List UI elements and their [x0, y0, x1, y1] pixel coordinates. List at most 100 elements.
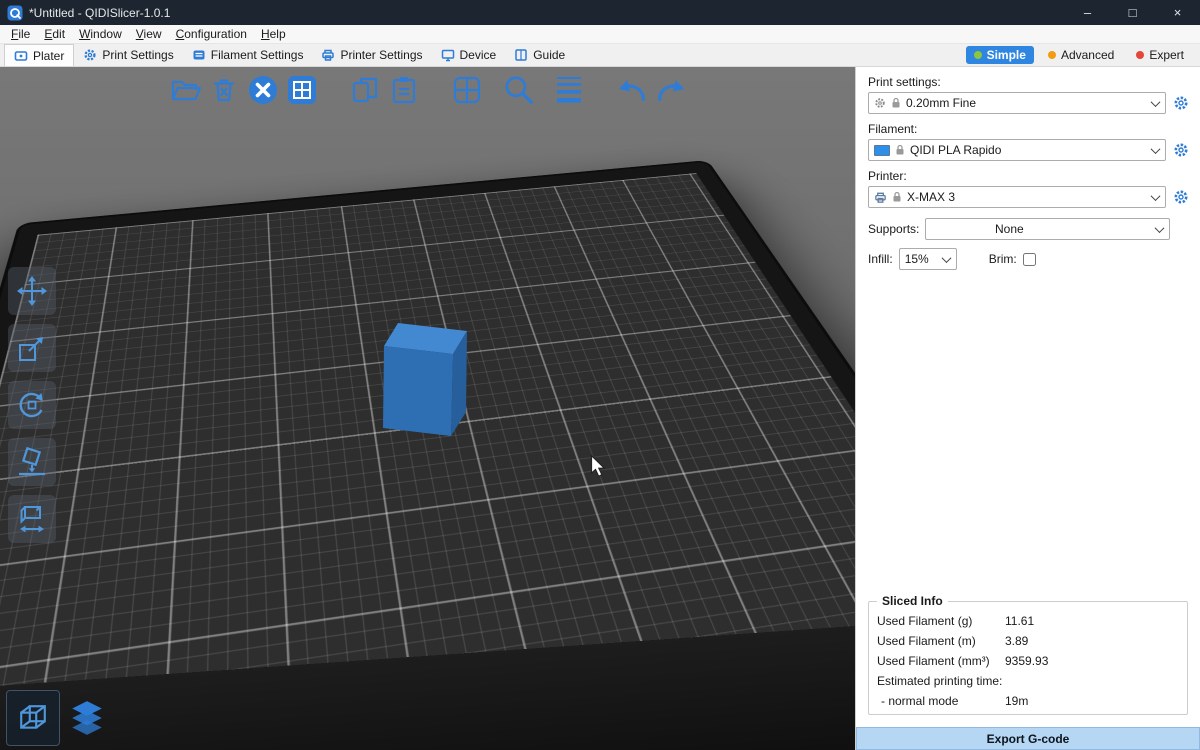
copy-icon[interactable]	[348, 72, 382, 108]
paste-icon[interactable]	[387, 72, 421, 108]
sidebar: Print settings: 0.20mm Fine Filament: QI…	[855, 67, 1200, 750]
filament-value: QIDI PLA Rapido	[910, 143, 1001, 157]
sliced-info-label: - normal mode	[877, 694, 1005, 708]
menu-help[interactable]: Help	[254, 26, 293, 42]
lock-icon	[892, 191, 902, 203]
guide-icon	[514, 48, 528, 62]
sliced-info-value: 3.89	[1005, 634, 1179, 648]
filament-color-swatch	[874, 145, 890, 156]
scale-tool-button[interactable]	[8, 324, 56, 372]
chevron-down-icon	[1151, 97, 1161, 107]
tab-guide[interactable]: Guide	[505, 44, 574, 66]
sliced-info-title: Sliced Info	[877, 594, 948, 608]
measure-icon	[16, 503, 48, 535]
mode-switcher: Simple Advanced Expert	[966, 46, 1196, 64]
move-tool-button[interactable]	[8, 267, 56, 315]
tab-plater[interactable]: Plater	[4, 44, 74, 66]
advanced-mode-dot-icon	[1048, 51, 1056, 59]
brim-checkbox[interactable]	[1023, 253, 1036, 266]
view-switcher	[6, 690, 114, 746]
arrange-icon[interactable]	[285, 72, 319, 108]
gizmo-toolbar	[8, 267, 56, 552]
layers-view-icon	[70, 699, 104, 737]
viewport-toolbar	[168, 71, 693, 109]
menu-configuration[interactable]: Configuration	[169, 26, 254, 42]
sliced-info-label: Used Filament (mm³)	[877, 654, 1005, 668]
chevron-down-icon	[1151, 144, 1161, 154]
tab-filament-settings[interactable]: Filament Settings	[183, 44, 313, 66]
filament-gear-button[interactable]	[1172, 141, 1190, 159]
layer-height-icon[interactable]	[552, 72, 586, 108]
minimize-button[interactable]: –	[1065, 0, 1110, 25]
menu-file[interactable]: File	[4, 26, 37, 42]
delete-icon[interactable]	[207, 72, 241, 108]
expert-mode-dot-icon	[1136, 51, 1144, 59]
sliced-info-value: 19m	[1005, 694, 1179, 708]
print-settings-gear-button[interactable]	[1172, 94, 1190, 112]
scale-icon	[16, 332, 48, 364]
mode-expert-label: Expert	[1149, 48, 1184, 62]
tab-guide-label: Guide	[533, 48, 565, 62]
3d-view-icon	[18, 703, 48, 733]
print-settings-label: Print settings:	[868, 75, 1190, 89]
supports-label: Supports:	[868, 222, 919, 236]
split-icon[interactable]	[450, 72, 484, 108]
export-gcode-button[interactable]: Export G-code	[856, 727, 1200, 750]
chevron-down-icon	[941, 253, 951, 263]
printer-mini-icon	[874, 191, 887, 204]
infill-label: Infill:	[868, 252, 893, 266]
menu-view[interactable]: View	[129, 26, 169, 42]
filament-label: Filament:	[868, 122, 1190, 136]
mouse-cursor	[590, 455, 606, 477]
tab-filament-settings-label: Filament Settings	[211, 48, 304, 62]
printer-value: X-MAX 3	[907, 190, 955, 204]
printer-icon	[321, 48, 335, 62]
sidebar-spacer	[868, 274, 1190, 591]
undo-icon[interactable]	[615, 72, 649, 108]
sliced-info-label: Used Filament (g)	[877, 614, 1005, 628]
app-logo-icon	[7, 5, 23, 21]
move-icon	[16, 275, 48, 307]
3d-viewport[interactable]	[0, 67, 855, 750]
simple-mode-dot-icon	[974, 51, 982, 59]
layers-view-button[interactable]	[60, 690, 114, 746]
search-icon[interactable]	[501, 72, 535, 108]
plater-icon	[14, 49, 28, 63]
3d-view-button[interactable]	[6, 690, 60, 746]
printer-select[interactable]: X-MAX 3	[868, 186, 1166, 208]
redo-icon[interactable]	[654, 72, 688, 108]
tab-printer-settings-label: Printer Settings	[340, 48, 422, 62]
sliced-info-panel: Sliced Info Used Filament (g) 11.61 Used…	[868, 601, 1188, 715]
supports-value: None	[995, 222, 1024, 236]
delete-all-icon[interactable]	[246, 72, 280, 108]
printer-gear-button[interactable]	[1172, 188, 1190, 206]
close-button[interactable]: ×	[1155, 0, 1200, 25]
open-folder-icon[interactable]	[168, 72, 202, 108]
rotate-tool-button[interactable]	[8, 381, 56, 429]
mode-advanced[interactable]: Advanced	[1040, 46, 1122, 64]
sliced-info-value: 9359.93	[1005, 654, 1179, 668]
mode-simple[interactable]: Simple	[966, 46, 1034, 64]
device-icon	[441, 48, 455, 62]
titlebar[interactable]: *Untitled - QIDISlicer-1.0.1 – □ ×	[0, 0, 1200, 25]
menu-bar: File Edit Window View Configuration Help	[0, 25, 1200, 44]
tab-print-settings[interactable]: Print Settings	[74, 44, 182, 66]
tab-print-settings-label: Print Settings	[102, 48, 173, 62]
measure-tool-button[interactable]	[8, 495, 56, 543]
sliced-info-value: 11.61	[1005, 614, 1179, 628]
place-on-face-tool-button[interactable]	[8, 438, 56, 486]
gear-icon	[83, 48, 97, 62]
tab-printer-settings[interactable]: Printer Settings	[312, 44, 431, 66]
print-settings-select[interactable]: 0.20mm Fine	[868, 92, 1166, 114]
maximize-button[interactable]: □	[1110, 0, 1155, 25]
mode-expert[interactable]: Expert	[1128, 46, 1192, 64]
menu-edit[interactable]: Edit	[37, 26, 72, 42]
menu-window[interactable]: Window	[72, 26, 129, 42]
sidebar-content: Print settings: 0.20mm Fine Filament: QI…	[856, 67, 1200, 727]
infill-select[interactable]: 15%	[899, 248, 957, 270]
mode-simple-label: Simple	[987, 48, 1026, 62]
model-cube[interactable]	[370, 312, 480, 444]
tab-device[interactable]: Device	[432, 44, 506, 66]
supports-select[interactable]: None	[925, 218, 1170, 240]
filament-select[interactable]: QIDI PLA Rapido	[868, 139, 1166, 161]
